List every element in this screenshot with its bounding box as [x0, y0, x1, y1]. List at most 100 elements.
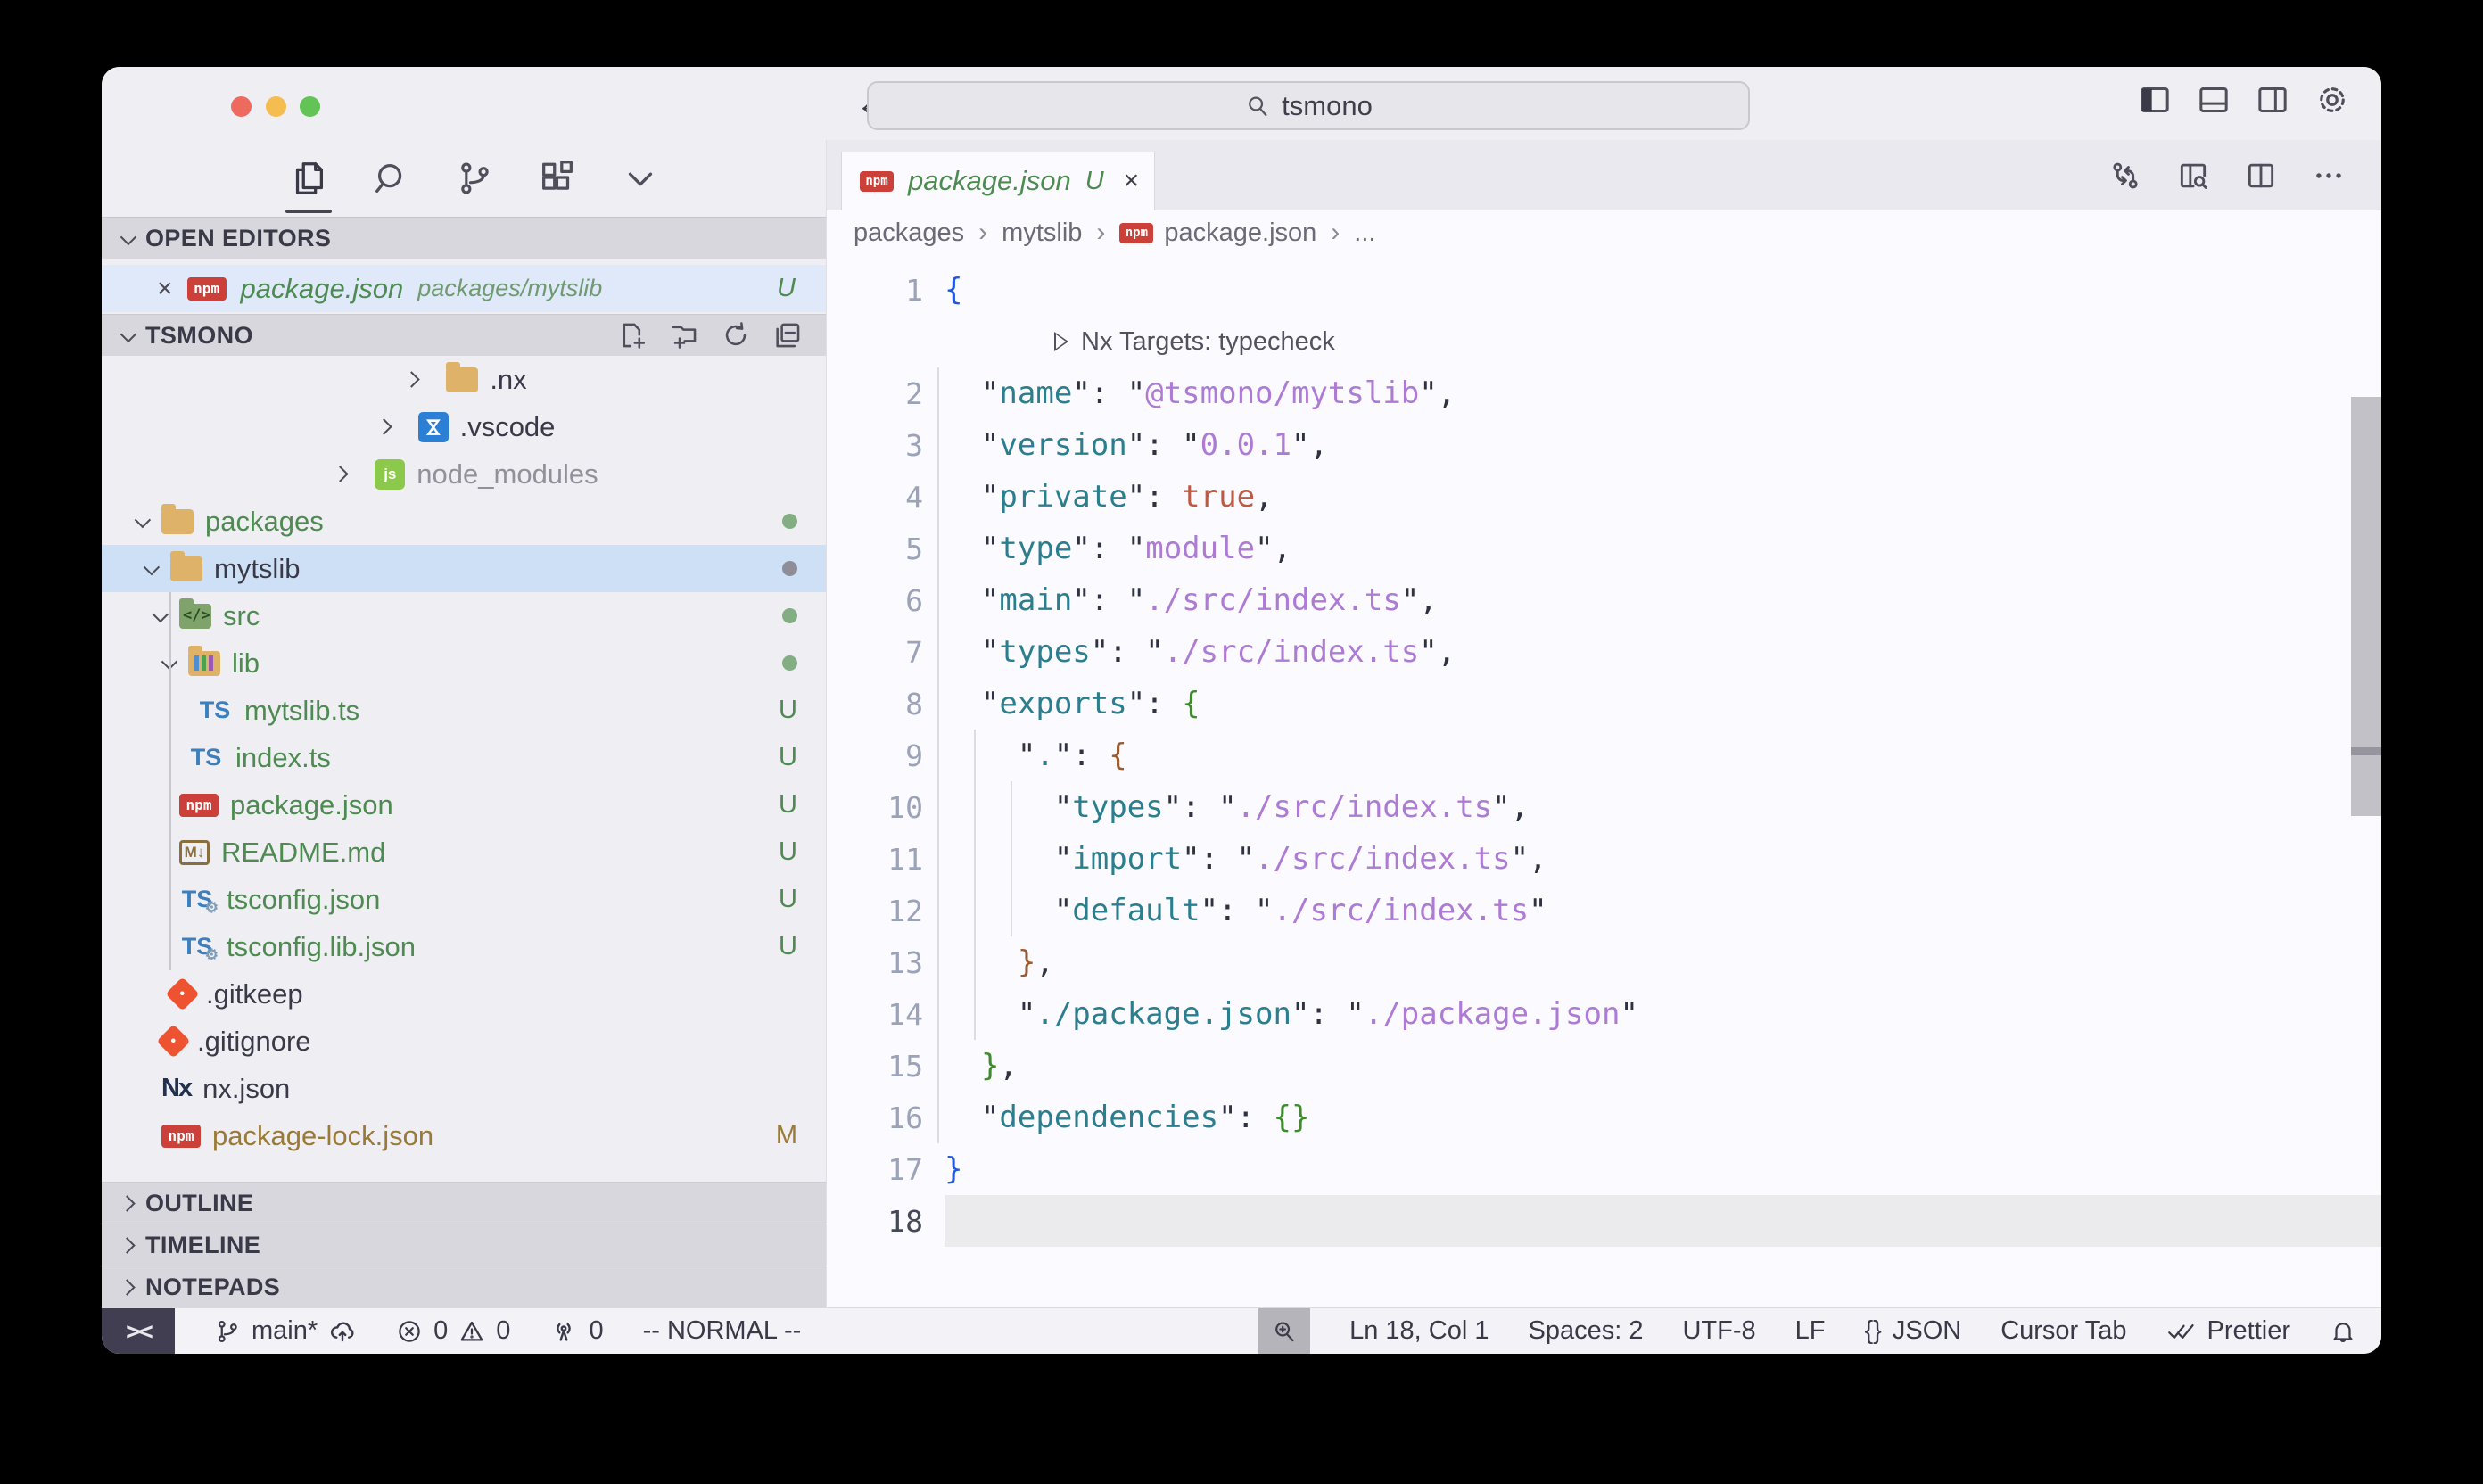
tree-item-src[interactable]: </>src [102, 592, 826, 639]
code-text: } [945, 1151, 962, 1187]
tree-item--vscode[interactable]: ⋈.vscode [102, 403, 826, 450]
statusbar-eol[interactable]: LF [1795, 1308, 1826, 1354]
section-header-timeline[interactable]: TIMELINE [102, 1224, 826, 1266]
code-line-13: 13 }, [827, 936, 2381, 988]
layout-sidebar-left-icon[interactable] [2137, 82, 2173, 118]
files-icon [288, 158, 329, 199]
statusbar-git-branch[interactable]: main* [214, 1308, 357, 1354]
magnifier-icon [1271, 1318, 1298, 1345]
section-header-outline[interactable]: OUTLINE [102, 1182, 826, 1224]
statusbar-remote-indicator[interactable]: >< [102, 1308, 175, 1354]
tree-item-node-modules[interactable]: jsnode_modules [102, 450, 826, 498]
collapse-all-icon[interactable] [772, 320, 803, 350]
cloud-upload-icon [328, 1317, 357, 1346]
activity-explorer[interactable] [287, 140, 330, 217]
code-line-17: 17} [827, 1143, 2381, 1195]
layout-sidebar-right-icon[interactable] [2255, 82, 2290, 118]
tree-item--gitignore[interactable]: •.gitignore [102, 1018, 826, 1065]
minimize-window-button[interactable] [266, 96, 286, 117]
tree-item-label: .gitkeep [206, 978, 303, 1010]
code-text: "./package.json": "./package.json" [945, 996, 1638, 1032]
split-editor-icon[interactable] [2244, 159, 2278, 193]
open-editors-header[interactable]: OPEN EDITORS [102, 217, 826, 259]
breadcrumb-item[interactable]: packages [854, 218, 964, 248]
git-icon: • [165, 977, 199, 1010]
layout-panel-icon[interactable] [2196, 82, 2231, 118]
run-icon [1054, 332, 1068, 351]
tree-item-lib[interactable]: lib [102, 639, 826, 687]
tab-package-json[interactable]: npm package.json U × [841, 152, 1155, 210]
statusbar-notifications[interactable] [2330, 1308, 2356, 1354]
tab-close-icon[interactable]: × [1124, 166, 1140, 196]
tsmono-header[interactable]: TSMONO [102, 314, 826, 356]
codelens-nx-targets[interactable]: Nx Targets: typecheck [1054, 327, 1335, 357]
more-actions-icon[interactable] [2312, 159, 2346, 193]
activity-bar [102, 140, 826, 217]
indent-guide [974, 730, 976, 1040]
tree-item-label: .nx [490, 364, 526, 396]
tree-item-mytslib-ts[interactable]: TSmytslib.tsU [102, 687, 826, 734]
section-title: TIMELINE [145, 1232, 260, 1259]
close-window-button[interactable] [231, 96, 252, 117]
tree-item-package-json[interactable]: npmpackage.jsonU [102, 781, 826, 829]
open-preview-icon[interactable] [2176, 159, 2210, 193]
open-changes-icon[interactable] [2108, 159, 2142, 193]
tree-item-packages[interactable]: packages [102, 498, 826, 545]
code-line-16: 16 "dependencies": {} [827, 1092, 2381, 1143]
code-line-10: 10 "types": "./src/index.ts", [827, 781, 2381, 833]
search-input[interactable]: tsmono [867, 81, 1750, 130]
new-file-icon[interactable] [617, 320, 648, 350]
statusbar-vim-mode[interactable]: -- NORMAL -- [643, 1308, 802, 1354]
tree-item-label: packages [205, 506, 324, 538]
tree-item-index-ts[interactable]: TSindex.tsU [102, 734, 826, 781]
code-editor[interactable]: 1{Nx Targets: typecheck2 "name": "@tsmon… [827, 255, 2381, 1307]
code-line-8: 8 "exports": { [827, 678, 2381, 730]
statusbar-indentation[interactable]: Spaces: 2 [1528, 1308, 1643, 1354]
tree-item-tsconfig-json[interactable]: TS⚙tsconfig.jsonU [102, 876, 826, 923]
statusbar-formatter[interactable]: Prettier [2166, 1308, 2290, 1354]
statusbar-encoding[interactable]: UTF-8 [1682, 1308, 1755, 1354]
activity-extensions[interactable] [536, 140, 579, 217]
breadcrumb-separator: › [978, 218, 987, 248]
breadcrumb-label: mytslib [1002, 218, 1082, 248]
tree-item-package-lock-json[interactable]: npmpackage-lock.jsonM [102, 1112, 826, 1159]
statusbar-problems[interactable]: 00 [396, 1308, 510, 1354]
ts-config-icon: TS⚙ [179, 886, 215, 913]
statusbar-language-mode[interactable]: {}JSON [1864, 1308, 1961, 1354]
activity-search[interactable] [370, 140, 413, 217]
refresh-icon[interactable] [721, 320, 751, 350]
statusbar-broadcast[interactable]: 0 [549, 1308, 603, 1354]
npm-icon: npm [187, 277, 227, 301]
tree-item-readme-md[interactable]: M↓README.mdU [102, 829, 826, 876]
tree-item-nx-json[interactable]: Nxnx.json [102, 1065, 826, 1112]
md-icon: M↓ [179, 840, 210, 865]
code-text: "name": "@tsmono/mytslib", [945, 375, 1456, 411]
code-line-3: 3 "version": "0.0.1", [827, 419, 2381, 471]
line-number: 2 [827, 376, 923, 411]
git-status-dot [782, 608, 797, 623]
section-header-notepads[interactable]: NOTEPADS [102, 1266, 826, 1307]
tree-item-mytslib[interactable]: mytslib [102, 545, 826, 592]
statusbar-cursor-tab[interactable]: Cursor Tab [2000, 1308, 2126, 1354]
breadcrumb-item[interactable]: mytslib [1002, 218, 1082, 248]
statusbar-cursor-position[interactable]: Ln 18, Col 1 [1349, 1308, 1489, 1354]
breadcrumb-item[interactable]: ... [1354, 218, 1375, 248]
close-editor-icon[interactable]: × [157, 276, 173, 302]
activity-source-control[interactable] [453, 140, 496, 217]
open-editor-item[interactable]: ×npmpackage.jsonpackages/mytslibU [102, 265, 826, 312]
breadcrumb-item[interactable]: npmpackage.json [1119, 218, 1316, 248]
git-status-dot [782, 514, 797, 529]
activity-more[interactable] [619, 140, 662, 217]
line-number: 14 [827, 997, 923, 1032]
code-text: "default": "./src/index.ts" [945, 893, 1547, 928]
maximize-window-button[interactable] [300, 96, 320, 117]
tree-item-tsconfig-lib-json[interactable]: TS⚙tsconfig.lib.jsonU [102, 923, 826, 970]
tree-item--gitkeep[interactable]: •.gitkeep [102, 970, 826, 1018]
tree-item--nx[interactable]: .nx [102, 356, 826, 403]
statusbar-text: 0 [496, 1316, 510, 1346]
git-icon: • [156, 1024, 190, 1058]
settings-gear-icon[interactable] [2314, 81, 2351, 119]
new-folder-icon[interactable] [669, 320, 699, 350]
statusbar-zoom-indicator[interactable] [1258, 1308, 1310, 1354]
folder-icon [161, 509, 194, 534]
